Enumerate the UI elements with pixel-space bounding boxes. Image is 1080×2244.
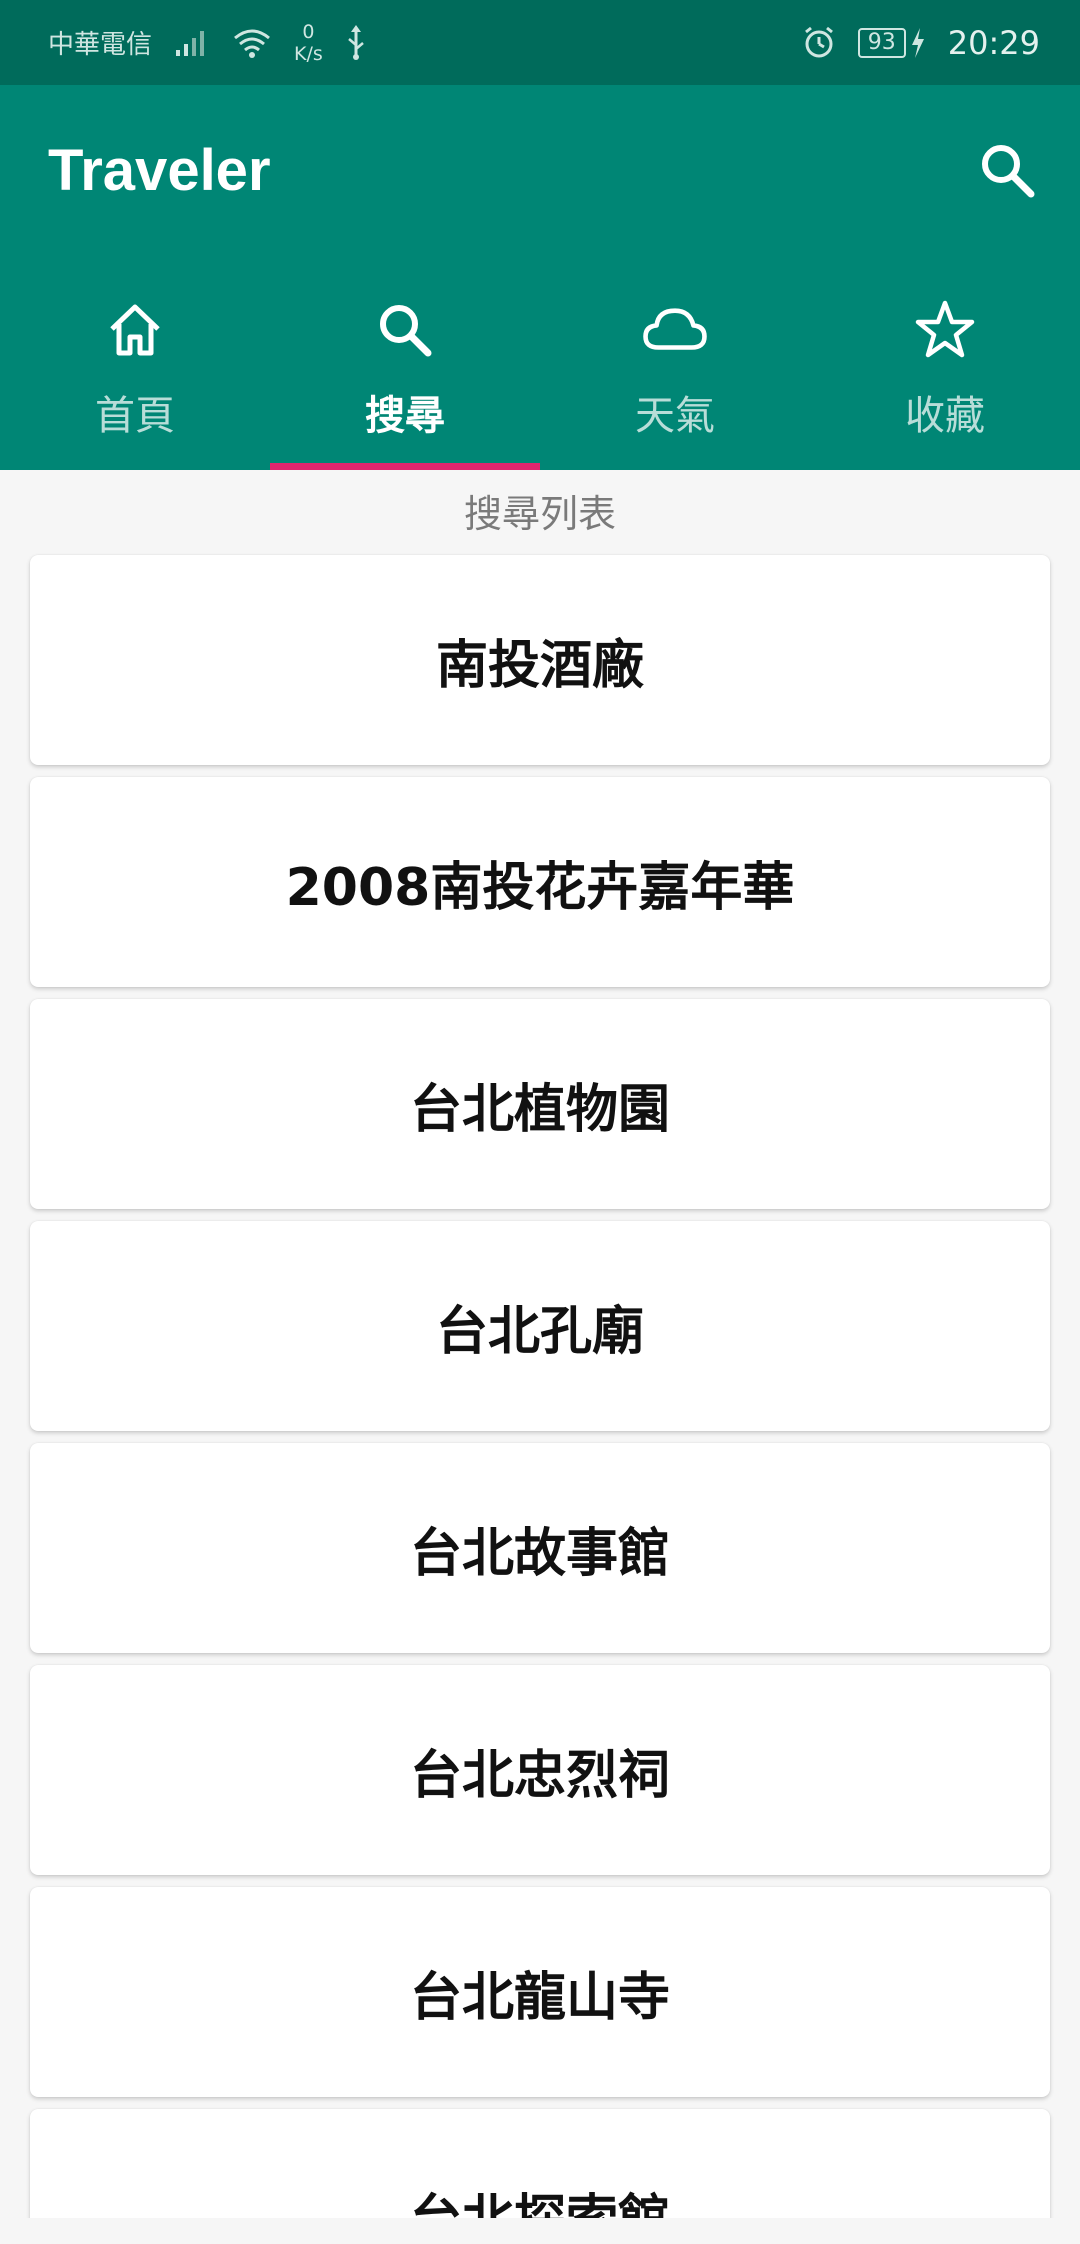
alarm-icon [802, 26, 836, 60]
star-icon [910, 295, 980, 365]
list-item-label: 南投酒廠 [435, 635, 644, 696]
list-item[interactable]: 台北植物園 [30, 999, 1050, 1209]
list-item-label: 2008南投花卉嘉年華 [285, 857, 795, 918]
list-item-label: 台北忠烈祠 [409, 1745, 670, 1806]
tab-home[interactable]: 首頁 [0, 275, 270, 470]
signal-icon [174, 28, 210, 58]
status-right: 93 20:29 [802, 24, 1040, 62]
tab-bar: 首頁 搜尋 天氣 收藏 [0, 275, 1080, 470]
search-button[interactable] [972, 137, 1042, 207]
active-tab-indicator [270, 463, 540, 470]
list-item[interactable]: 南投酒廠 [30, 555, 1050, 765]
status-bar: 中華電信 0 K/s 93 20:29 [0, 0, 1080, 85]
network-speed: 0 K/s [294, 21, 323, 65]
status-left: 中華電信 0 K/s [48, 21, 367, 65]
list-item[interactable]: 台北忠烈祠 [30, 1665, 1050, 1875]
tab-home-label: 首頁 [95, 393, 175, 439]
list-heading: 搜尋列表 [463, 491, 616, 536]
tab-weather-label: 天氣 [635, 393, 715, 439]
app-title: Traveler [48, 138, 271, 203]
tab-favorites-label: 收藏 [905, 393, 985, 439]
speed-unit: K/s [294, 42, 323, 65]
bottom-edge [0, 2218, 1080, 2244]
tab-search[interactable]: 搜尋 [270, 275, 540, 470]
list-item-label: 台北龍山寺 [409, 1967, 670, 2028]
list-item-label: 台北故事館 [409, 1523, 670, 1584]
results-list[interactable]: 南投酒廠 2008南投花卉嘉年華 台北植物園 台北孔廟 台北故事館 台北忠烈祠 … [30, 555, 1050, 2244]
search-icon [977, 140, 1037, 204]
search-icon [370, 295, 440, 365]
list-item[interactable]: 台北龍山寺 [30, 1887, 1050, 2097]
list-item-label: 台北孔廟 [435, 1301, 644, 1362]
tab-favorites[interactable]: 收藏 [810, 275, 1080, 470]
app-root: 中華電信 0 K/s 93 20:29 Traveler 首頁 搜尋 天氣 收藏… [0, 0, 1080, 2244]
speed-value: 0 [302, 20, 315, 43]
list-item[interactable]: 台北故事館 [30, 1443, 1050, 1653]
cloud-icon [640, 295, 710, 365]
carrier-name: 中華電信 [48, 30, 153, 60]
tab-search-label: 搜尋 [365, 393, 445, 439]
charging-icon [910, 27, 926, 58]
wifi-icon [232, 27, 272, 59]
list-item[interactable]: 2008南投花卉嘉年華 [30, 777, 1050, 987]
usb-icon [345, 24, 367, 61]
battery-level: 93 [857, 27, 906, 58]
battery-indicator: 93 [857, 27, 926, 58]
home-icon [100, 295, 170, 365]
list-item-label: 台北植物園 [409, 1079, 670, 1140]
list-item[interactable]: 台北孔廟 [30, 1221, 1050, 1431]
app-bar: Traveler 首頁 搜尋 天氣 收藏 [0, 85, 1080, 470]
tab-weather[interactable]: 天氣 [540, 275, 810, 470]
clock: 20:29 [947, 23, 1040, 62]
